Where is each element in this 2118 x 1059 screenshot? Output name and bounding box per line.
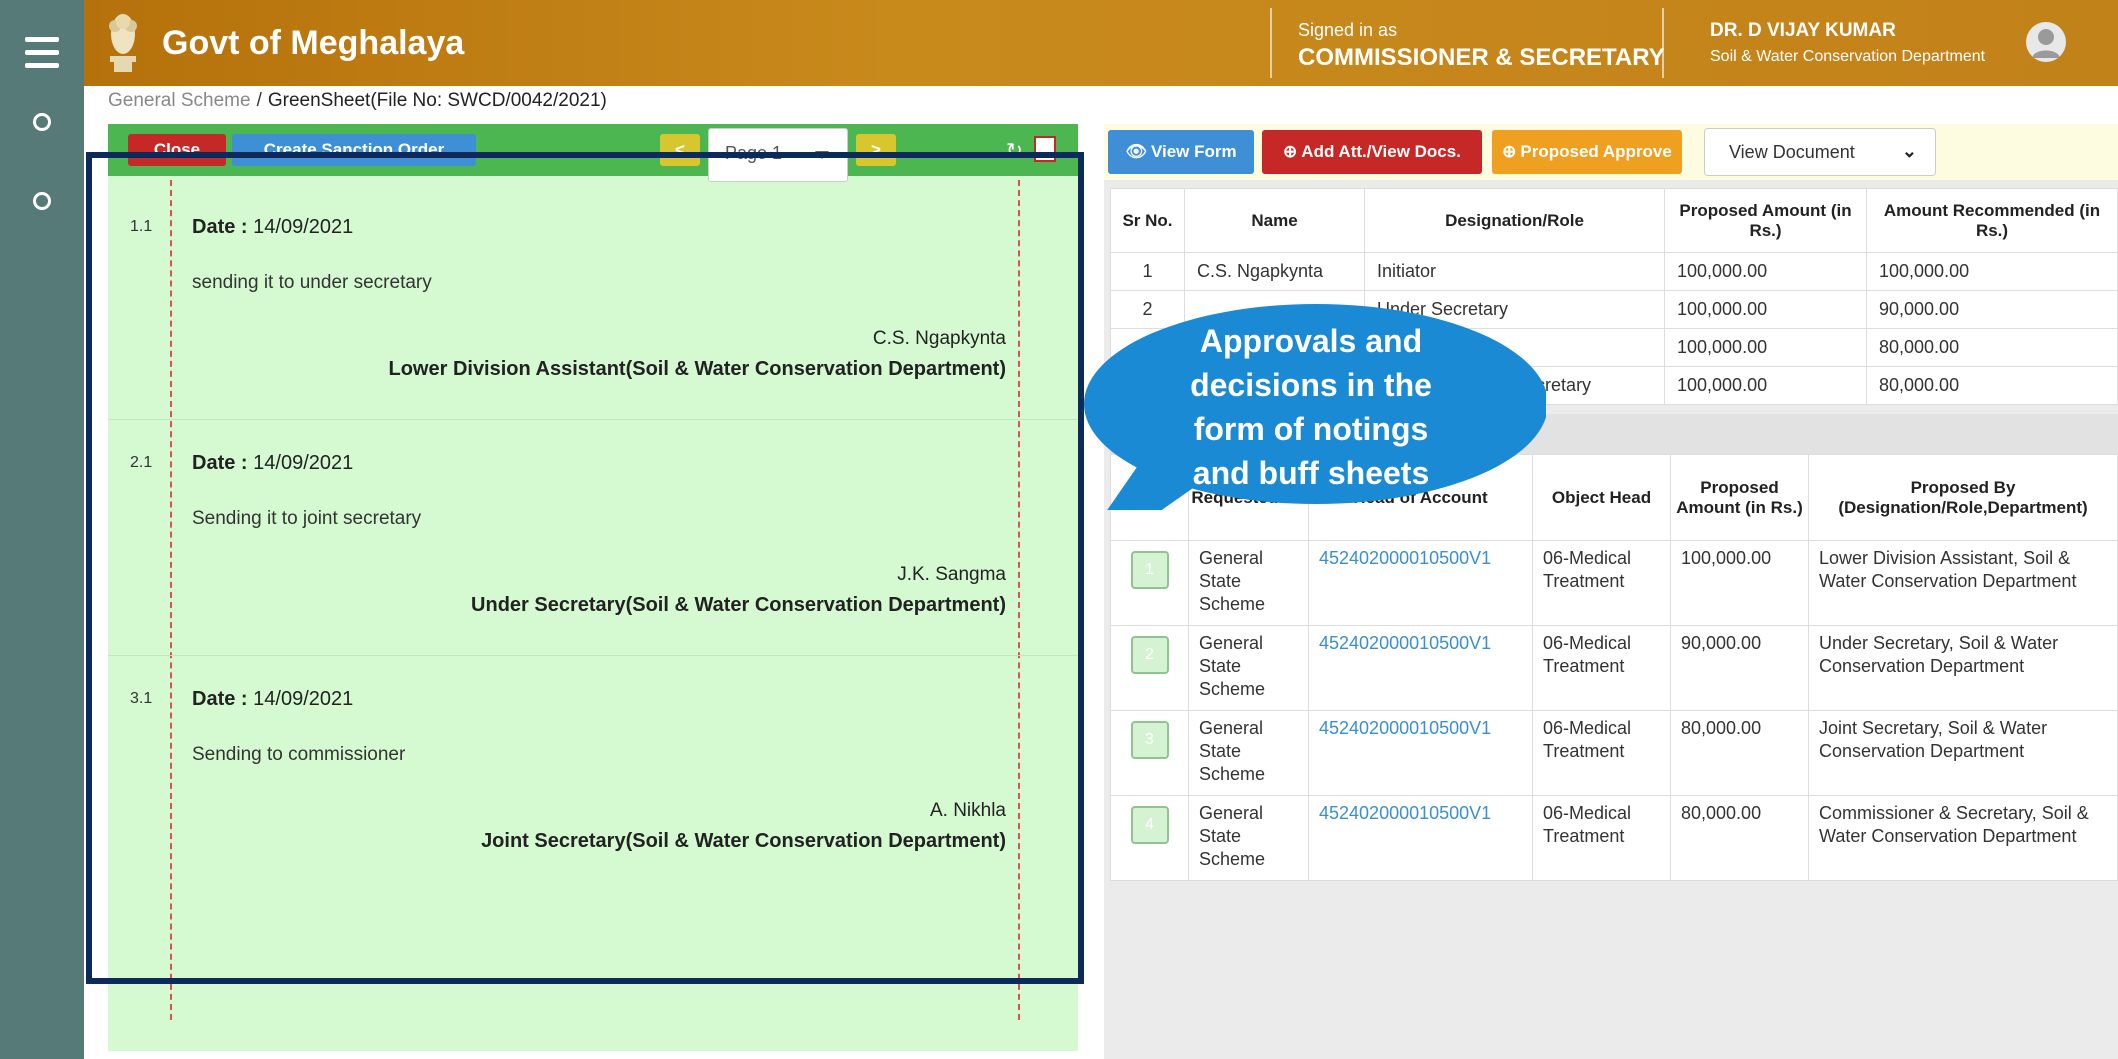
view-document-select[interactable]: View Document ⌄ xyxy=(1704,128,1936,176)
user-department: Soil & Water Conservation Department xyxy=(1710,48,1986,65)
cell-object-head: 06-Medical Treatment xyxy=(1532,710,1671,796)
cell-object-head: 06-Medical Treatment xyxy=(1532,795,1671,881)
circle-icon xyxy=(33,192,51,210)
breadcrumb: General Scheme / GreenSheet(File No: SWCD/… xyxy=(108,90,607,112)
app-brand[interactable]: Govt of Meghalaya xyxy=(162,24,464,63)
cell-proposed-by: Joint Secretary, Soil & Water Conservati… xyxy=(1808,710,2118,796)
highlight-frame xyxy=(86,152,1084,984)
header-divider xyxy=(1662,8,1664,78)
table-header-row: Sr No. Name Designation/Role Proposed Am… xyxy=(1110,188,2118,253)
plus-circle-icon: ⊕ xyxy=(1502,142,1517,161)
details-toolbar: 👁 View Form ⊕ Add Att./View Docs. ⊕ Propose… xyxy=(1104,124,2118,180)
cell-proposed-amount: 100,000.00 xyxy=(1670,540,1809,626)
table-row: 2 General State Scheme 452402000010500V1… xyxy=(1110,625,2118,711)
head-of-account-link[interactable]: 452402000010500V1 xyxy=(1308,710,1533,796)
left-rail xyxy=(0,0,84,1059)
cell-requested-for: General State Scheme xyxy=(1188,795,1309,881)
cell-index: 4 xyxy=(1110,795,1189,881)
state-emblem-icon xyxy=(109,14,137,72)
cell-requested-for: General State Scheme xyxy=(1188,625,1309,711)
header-divider xyxy=(1270,8,1272,78)
details-panel: 👁 View Form ⊕ Add Att./View Docs. ⊕ Propose… xyxy=(1104,124,2118,1059)
table-row: 1 C.S. Ngapkynta Initiator 100,000.00 10… xyxy=(1110,252,2118,291)
column-header: Proposed Amount (in Rs.) xyxy=(1664,188,1867,253)
cell-proposed-amount: 80,000.00 xyxy=(1670,795,1809,881)
cell-designation: Initiator xyxy=(1364,252,1665,291)
head-of-account-link[interactable]: 452402000010500V1 xyxy=(1308,795,1533,881)
column-header: Sr No. xyxy=(1110,188,1185,253)
column-header: Name xyxy=(1184,188,1365,253)
cell-sr: 1 xyxy=(1110,252,1185,291)
cell-object-head: 06-Medical Treatment xyxy=(1532,540,1671,626)
view-form-button[interactable]: 👁 View Form xyxy=(1108,130,1254,174)
rail-item-2[interactable] xyxy=(0,191,84,211)
breadcrumb-parent[interactable]: General Scheme xyxy=(108,90,251,111)
cell-recommended: 80,000.00 xyxy=(1866,328,2118,367)
signed-in-role: COMMISSIONER & SECRETARY xyxy=(1298,44,1665,71)
cell-proposed: 100,000.00 xyxy=(1664,290,1867,329)
cell-recommended: 80,000.00 xyxy=(1866,366,2118,405)
view-form-label: View Form xyxy=(1150,142,1237,161)
callout-line: and buff sheets xyxy=(1192,455,1430,491)
cell-recommended: 100,000.00 xyxy=(1866,252,2118,291)
cell-proposed: 100,000.00 xyxy=(1664,252,1867,291)
callout-line: form of notings xyxy=(1193,411,1429,447)
row-number-badge[interactable]: 4 xyxy=(1130,806,1169,844)
cell-proposed: 100,000.00 xyxy=(1664,366,1867,405)
head-of-account-link[interactable]: 452402000010500V1 xyxy=(1308,625,1533,711)
column-header: Amount Recommended (in Rs.) xyxy=(1866,188,2118,253)
head-of-account-link[interactable]: 452402000010500V1 xyxy=(1308,540,1533,626)
heads-table: Requested for Head of Account Object Hea… xyxy=(1110,454,2118,881)
table-row: 1 General State Scheme 452402000010500V1… xyxy=(1110,540,2118,626)
cell-object-head: 06-Medical Treatment xyxy=(1532,625,1671,711)
cell-requested-for: General State Scheme xyxy=(1188,540,1309,626)
hamburger-menu-icon[interactable] xyxy=(0,30,84,74)
cell-requested-for: General State Scheme xyxy=(1188,710,1309,796)
proposed-approve-button[interactable]: ⊕ Proposed Approve xyxy=(1492,130,1682,174)
table-row: 4 General State Scheme 452402000010500V1… xyxy=(1110,795,2118,881)
signed-in-label: Signed in as xyxy=(1298,20,1398,40)
table-row: 3 General State Scheme 452402000010500V1… xyxy=(1110,710,2118,796)
user-avatar-icon[interactable] xyxy=(2026,22,2066,62)
rail-item-1[interactable] xyxy=(0,112,84,132)
cell-index: 3 xyxy=(1110,710,1189,796)
column-header: Object Head xyxy=(1532,454,1671,541)
add-docs-button[interactable]: ⊕ Add Att./View Docs. xyxy=(1262,130,1482,174)
cell-proposed-amount: 80,000.00 xyxy=(1670,710,1809,796)
plus-circle-icon: ⊕ xyxy=(1283,142,1298,161)
add-docs-label: Add Att./View Docs. xyxy=(1301,142,1461,161)
callout-line: Approvals and xyxy=(1199,323,1423,359)
cell-proposed-by: Commissioner & Secretary, Soil & Water C… xyxy=(1808,795,2118,881)
cell-proposed: 100,000.00 xyxy=(1664,328,1867,367)
circle-icon xyxy=(33,113,51,131)
callout-text: Approvals and decisions in the form of n… xyxy=(1076,304,1546,510)
eye-icon: 👁 xyxy=(1125,142,1147,161)
cell-proposed-by: Lower Division Assistant, Soil & Water C… xyxy=(1808,540,2118,626)
cell-index: 2 xyxy=(1110,625,1189,711)
row-number-badge[interactable]: 2 xyxy=(1130,636,1169,674)
column-header: Proposed By (Designation/Role,Department… xyxy=(1808,454,2118,541)
callout-line: decisions in the xyxy=(1190,367,1432,403)
cell-recommended: 90,000.00 xyxy=(1866,290,2118,329)
chevron-down-icon: ⌄ xyxy=(1901,141,1917,161)
column-header: Proposed Amount (in Rs.) xyxy=(1670,454,1809,541)
user-name: DR. D VIJAY KUMAR xyxy=(1710,20,1896,41)
view-document-value: View Document xyxy=(1729,142,1855,162)
cell-index: 1 xyxy=(1110,540,1189,626)
callout-bubble: Approvals and decisions in the form of n… xyxy=(1076,304,1546,510)
column-header: Designation/Role xyxy=(1364,188,1665,253)
cell-name: C.S. Ngapkynta xyxy=(1184,252,1365,291)
breadcrumb-separator: / xyxy=(256,90,262,111)
cell-proposed-by: Under Secretary, Soil & Water Conservati… xyxy=(1808,625,2118,711)
breadcrumb-current: GreenSheet(File No: SWCD/0042/2021) xyxy=(267,90,607,111)
row-number-badge[interactable]: 3 xyxy=(1130,721,1169,759)
proposed-approve-label: Proposed Approve xyxy=(1520,142,1672,161)
row-number-badge[interactable]: 1 xyxy=(1130,551,1169,589)
app-header: Govt of Meghalaya Signed in as COMMISSIO… xyxy=(84,0,2118,86)
cell-proposed-amount: 90,000.00 xyxy=(1670,625,1809,711)
